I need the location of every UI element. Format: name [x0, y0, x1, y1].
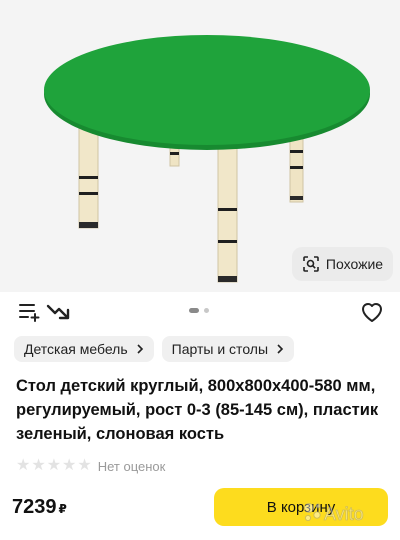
chevron-right-icon [277, 344, 284, 354]
rating-text: Нет оценок [97, 458, 166, 474]
table-top [44, 35, 370, 145]
breadcrumb-label: Парты и столы [171, 341, 269, 357]
product-toolbar [0, 292, 400, 332]
breadcrumb-item-kids-furniture[interactable]: Детская мебель [14, 336, 154, 362]
product-image-gallery[interactable]: Похожие [0, 0, 400, 292]
image-search-icon [303, 256, 319, 272]
table-front-legs [78, 127, 238, 283]
price-value: 7239 [12, 496, 57, 518]
page-dot [189, 308, 199, 313]
breadcrumb: Детская мебель Парты и столы [14, 336, 295, 362]
price-trend-down-icon[interactable] [46, 300, 70, 322]
rating-stars: ★ ★ ★ ★ ★ [16, 458, 92, 474]
currency-symbol: ₽ [58, 502, 67, 516]
similar-button[interactable]: Похожие [292, 247, 393, 281]
heart-outline-icon[interactable] [360, 301, 384, 323]
avito-watermark: Avito [304, 503, 364, 524]
price: 7239 ₽ [12, 496, 67, 519]
star-icon: ★ [16, 457, 31, 474]
breadcrumb-label: Детская мебель [24, 341, 128, 357]
similar-button-label: Похожие [325, 256, 384, 272]
product-title: Стол детский круглый, 800x800x400-580 мм… [16, 377, 379, 443]
chevron-right-icon [137, 344, 143, 354]
breadcrumb-item-desks-tables[interactable]: Парты и столы [161, 336, 295, 362]
gallery-page-indicator [189, 308, 209, 313]
star-icon: ★ [46, 457, 62, 474]
watermark-text: Avito [324, 504, 364, 524]
add-to-list-icon[interactable] [18, 300, 40, 322]
star-icon: ★ [62, 457, 77, 474]
rating-row[interactable]: ★ ★ ★ ★ ★ Нет оценок [16, 458, 165, 474]
star-icon: ★ [31, 457, 46, 474]
page-dot [204, 308, 209, 313]
star-icon: ★ [77, 457, 92, 474]
